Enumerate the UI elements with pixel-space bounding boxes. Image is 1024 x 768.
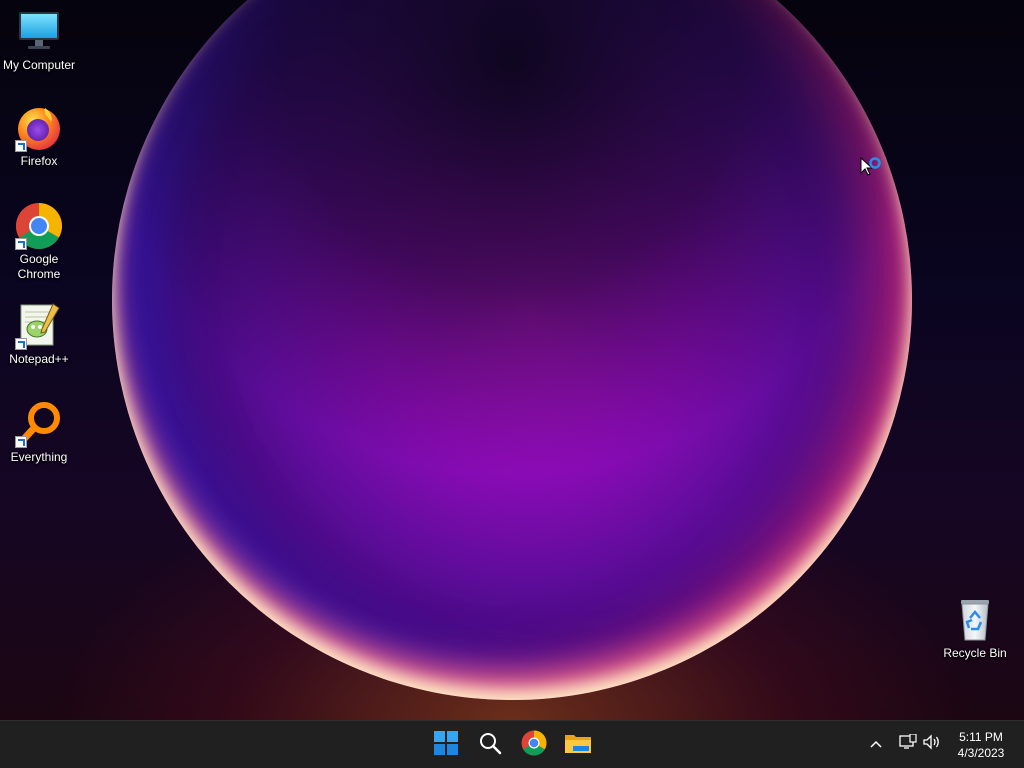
volume-icon	[922, 733, 942, 755]
chevron-up-icon	[870, 735, 882, 753]
desktop-icon-label: Notepad++	[9, 352, 69, 366]
desktop-icon-my-computer[interactable]: My Computer	[1, 8, 77, 73]
notepad-plus-plus-icon	[15, 302, 63, 350]
shortcut-arrow-icon	[15, 436, 27, 448]
desktop-icon-label: Recycle Bin	[943, 646, 1007, 660]
clock[interactable]: 5:11 PM 4/3/2023	[946, 729, 1016, 761]
search-icon	[478, 731, 502, 760]
chrome-icon	[521, 730, 547, 761]
search-button[interactable]	[470, 725, 510, 765]
start-icon	[434, 730, 458, 760]
shortcut-arrow-icon	[15, 140, 27, 152]
desktop-icon-google-chrome[interactable]: Google Chrome	[1, 202, 77, 282]
file-explorer-icon	[564, 731, 592, 760]
show-hidden-icons-button[interactable]	[865, 733, 887, 755]
taskbar: 5:11 PM 4/3/2023	[0, 720, 1024, 768]
magnifier-icon	[15, 400, 63, 448]
shortcut-arrow-icon	[15, 338, 27, 350]
firefox-icon	[15, 104, 63, 152]
network-button[interactable]	[897, 732, 919, 755]
desktop-icon-notepad-plus-plus[interactable]: Notepad++	[1, 302, 77, 367]
monitor-icon	[15, 8, 63, 56]
volume-button[interactable]	[921, 733, 943, 755]
busy-cursor-icon	[860, 156, 884, 179]
desktop-icon-label: Everything	[10, 450, 68, 464]
clock-time: 5:11 PM	[959, 730, 1003, 744]
wallpaper-orb	[112, 0, 912, 700]
desktop-icon-label: My Computer	[2, 58, 76, 72]
desktop[interactable]: My Computer Firefox Google Chrome Notepa…	[0, 0, 1024, 720]
desktop-icon-label: Google Chrome	[17, 252, 61, 281]
desktop-icon-everything[interactable]: Everything	[1, 400, 77, 465]
shortcut-arrow-icon	[15, 238, 27, 250]
start-button[interactable]	[426, 725, 466, 765]
taskbar-file-explorer-button[interactable]	[558, 725, 598, 765]
taskbar-chrome-button[interactable]	[514, 725, 554, 765]
desktop-icon-recycle-bin[interactable]: Recycle Bin	[937, 596, 1013, 661]
network-icon	[899, 732, 917, 755]
desktop-icon-firefox[interactable]: Firefox	[1, 104, 77, 169]
desktop-icon-label: Firefox	[20, 154, 58, 168]
clock-date: 4/3/2023	[957, 746, 1005, 760]
recycle-bin-icon	[951, 596, 999, 644]
chrome-icon	[15, 202, 63, 250]
